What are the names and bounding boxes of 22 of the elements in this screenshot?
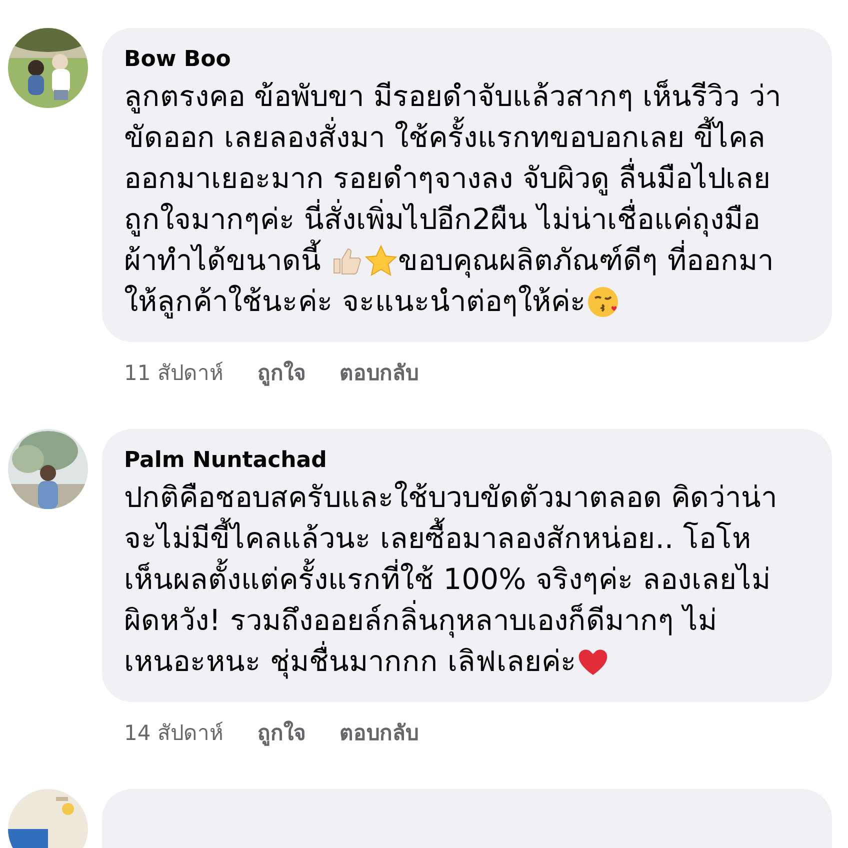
author-name: Palm Nuntachad xyxy=(124,447,328,475)
comment-text: ผิดหวัง! รวมถึงออยล์กลิ่นกุหลาบเองก็ดีมากๆ ไม่ xyxy=(124,600,718,641)
comment-text: ขัดออก เลยลองสั่งมา ใช้ครั้งแรกทขอบอกเลย ขี้ไคล xyxy=(124,117,766,158)
comment-text: ถูกใจมากๆค่ะ นี่สั่งเพิ่มไปอีก2ผืน ไม่น่าเชื่อแค่ถุงมือ xyxy=(124,199,760,240)
like-link[interactable]: ถูกใจ xyxy=(257,716,306,749)
star-icon xyxy=(364,244,398,278)
comment-text: จะไม่มีขี้ไคลแล้วนะ เลยซื้อมาลองสักหน่อย.. โอโห xyxy=(124,518,751,559)
comment-text: ปกติคือชอบสครับและใช้บวบขัดตัวมาตลอด คิดว่าน่า xyxy=(124,479,778,516)
like-link[interactable]: ถูกใจ xyxy=(257,356,306,389)
comment-text: ขอบคุณผลิตภัณฑ์ดีๆ ที่ออกมา xyxy=(398,240,774,281)
author-name: Bow Boo xyxy=(124,46,232,74)
kissing-face-icon xyxy=(586,284,620,318)
comment-text: ให้ลูกค้าใช้นะค่ะ จะแนะนำต่อๆให้ค่ะ xyxy=(124,283,586,320)
reply-link[interactable]: ตอบกลับ xyxy=(339,356,418,389)
comment-text: เหนอะหนะ ชุ่มชื่นมากกก เลิฟเลยค่ะ xyxy=(124,641,576,682)
comment-text: ลูกตรงคอ ข้อพับขา มีรอยดำจับแล้วสากๆ เห็นรีวิว ว่า xyxy=(124,78,781,116)
timestamp: 11 สัปดาห์ xyxy=(124,360,224,387)
comment-text: เห็นผลตั้งแต่ครั้งแรกที่ใช้ 100% จริงๆค่ะ ลองเลยไม่ xyxy=(124,559,771,600)
reply-link[interactable]: ตอบกลับ xyxy=(339,716,418,749)
timestamp: 14 สัปดาห์ xyxy=(124,720,224,747)
comment-text: ผ้าทำได้ขนาดนี้ xyxy=(124,240,330,281)
comment-text: ออกมาเยอะมาก รอยดำๆจางลง จับผิวดู ลื่นมือไปเลย xyxy=(124,158,771,199)
